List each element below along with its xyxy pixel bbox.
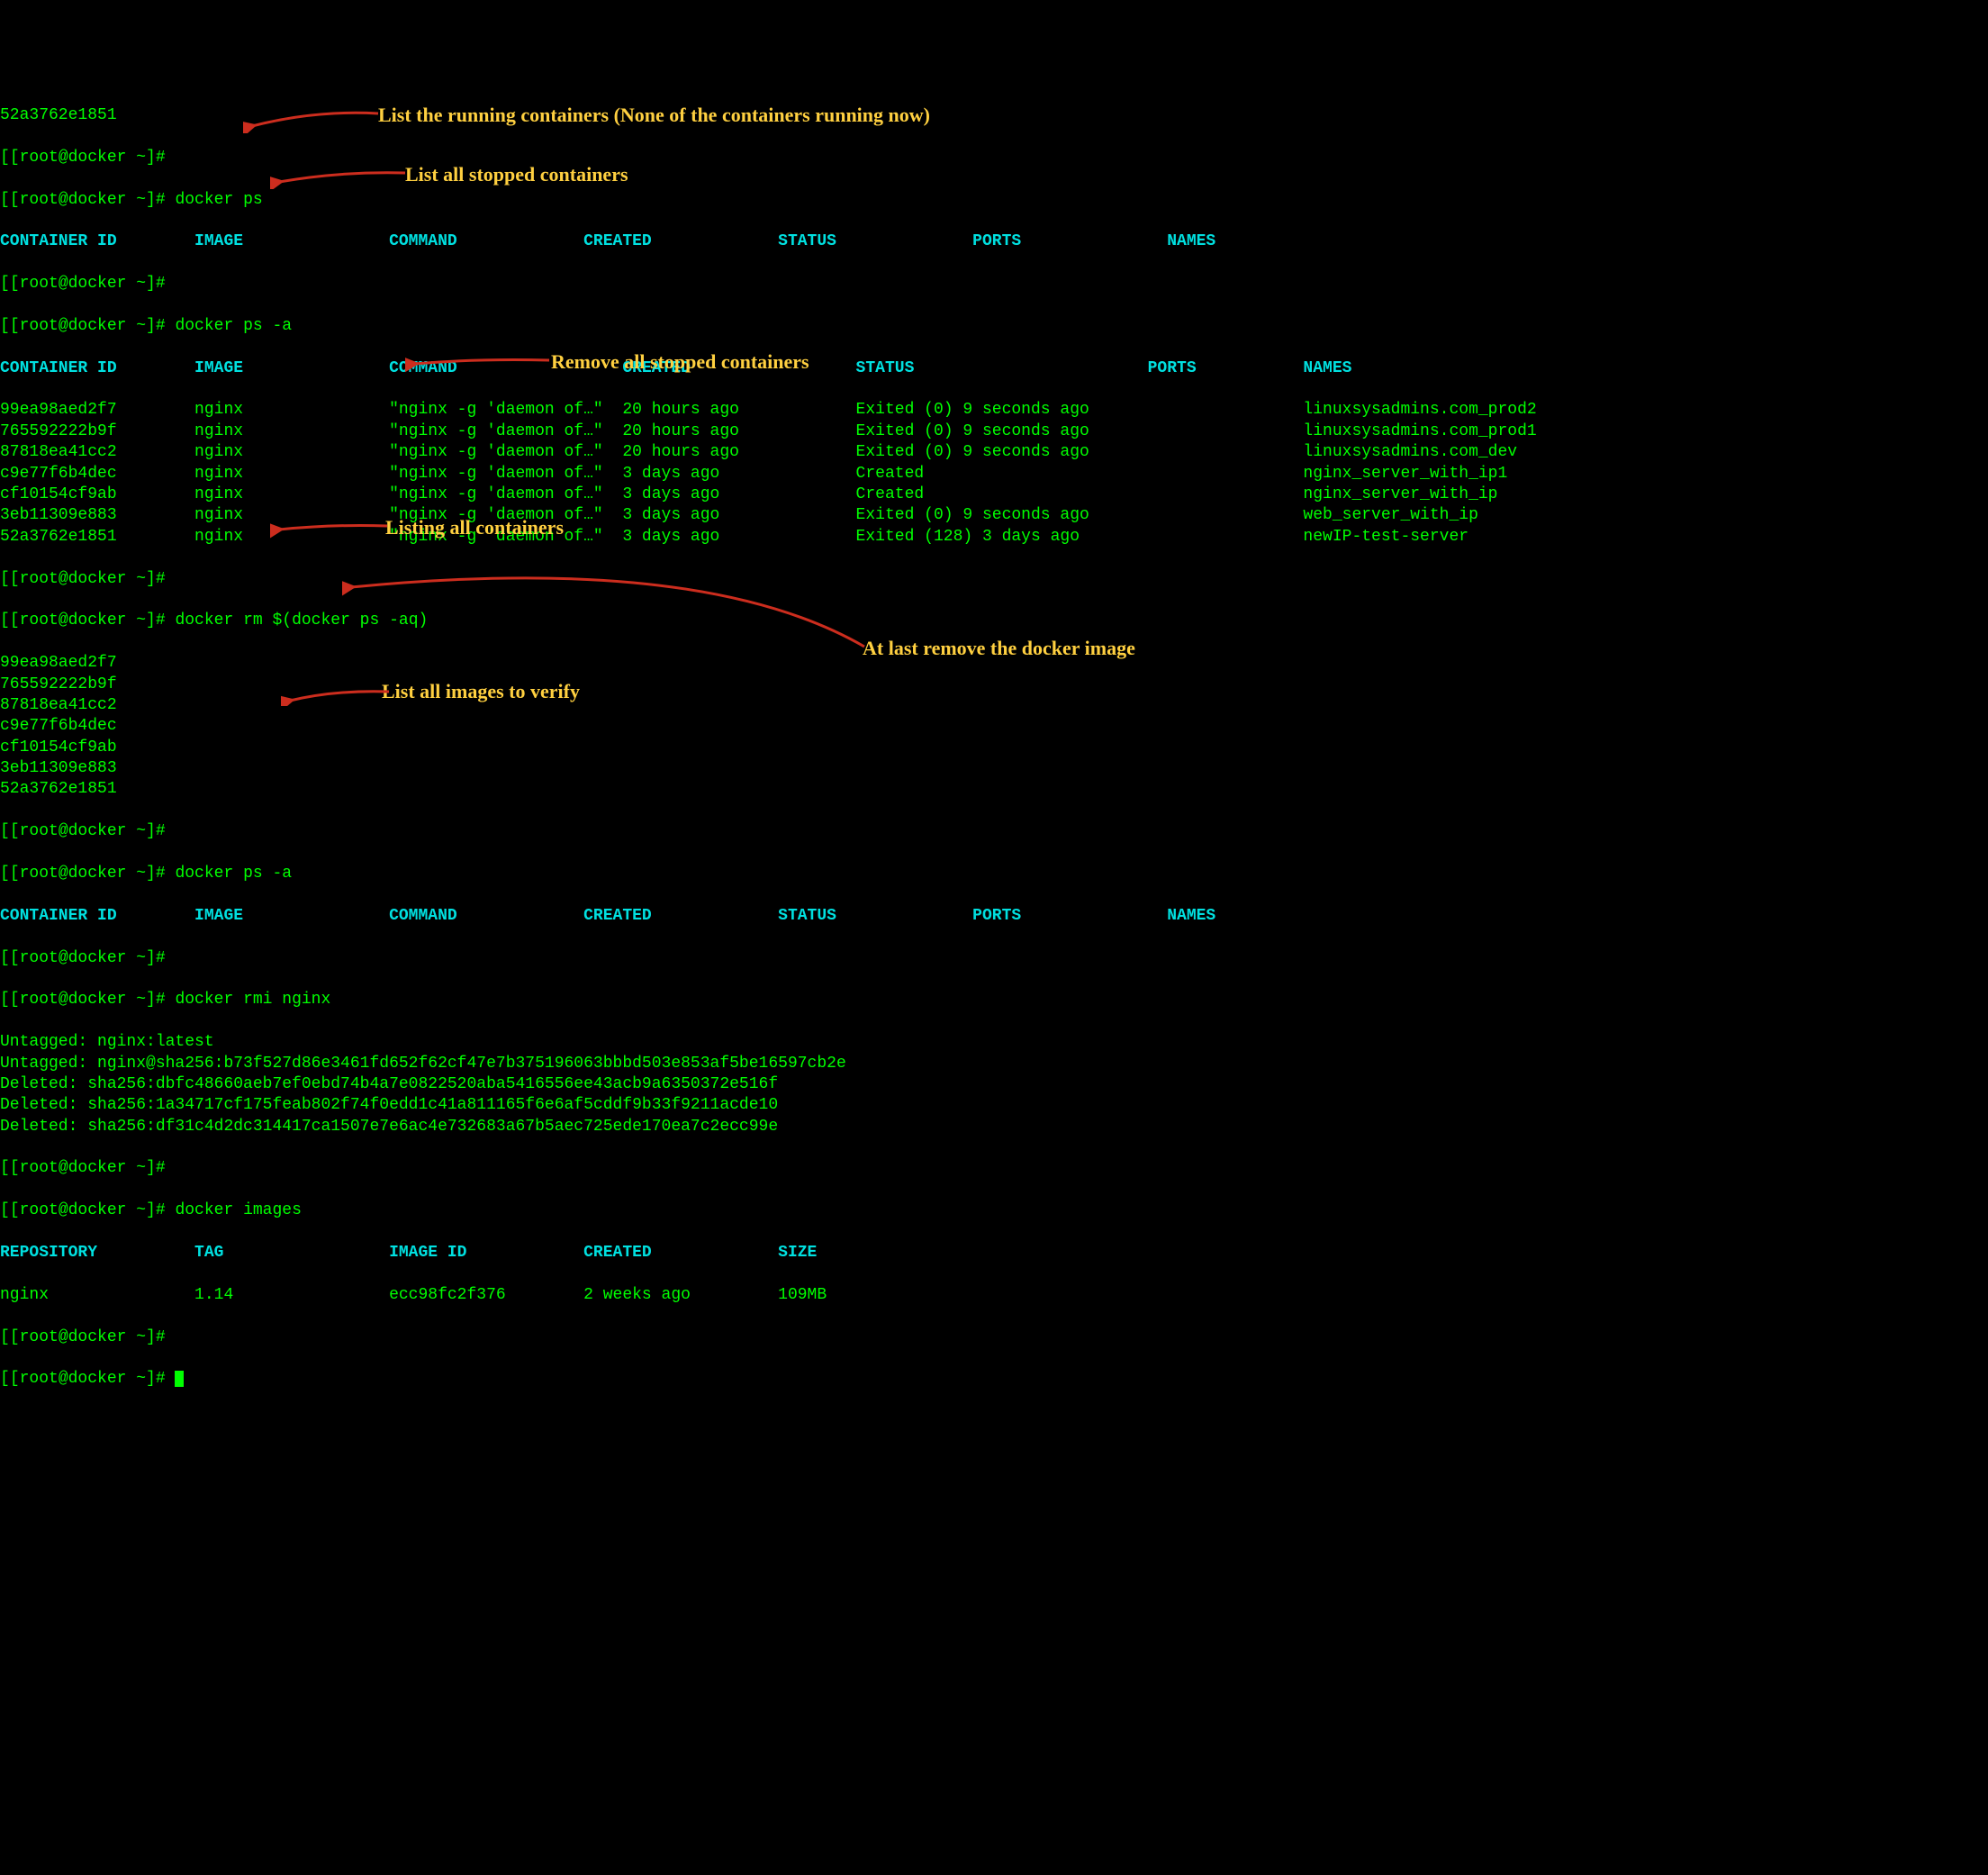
- ps-headers-2: CONTAINER ID IMAGE COMMAND CREATED STATU…: [0, 906, 1988, 927]
- arrow-2: [270, 166, 414, 189]
- annotation-listing-all: Listing all containers: [385, 515, 564, 541]
- fragment-line: 52a3762e1851: [0, 105, 1988, 126]
- images-headers: REPOSITORY TAG IMAGE ID CREATED SIZE: [0, 1243, 1988, 1264]
- prompt-line-blank-5: [[root@docker ~]#: [0, 948, 1988, 969]
- removed-id: c9e77f6b4dec: [0, 716, 1988, 737]
- container-row: 99ea98aed2f7 nginx "nginx -g 'daemon of……: [0, 400, 1988, 421]
- removed-id: 3eb11309e883: [0, 758, 1988, 779]
- cmd-docker-rm-all: [[root@docker ~]# docker rm $(docker ps …: [0, 611, 1988, 631]
- container-row: 52a3762e1851 nginx "nginx -g 'daemon of……: [0, 527, 1988, 548]
- annotation-remove-stopped: Remove all stopped containers: [551, 349, 809, 376]
- annotation-list-stopped: List all stopped containers: [405, 162, 628, 188]
- removed-id: cf10154cf9ab: [0, 738, 1988, 758]
- container-row: cf10154cf9ab nginx "nginx -g 'daemon of……: [0, 485, 1988, 505]
- prompt-line-blank-4: [[root@docker ~]#: [0, 821, 1988, 842]
- rmi-output-line: Deleted: sha256:dbfc48660aeb7ef0ebd74b4a…: [0, 1074, 1988, 1095]
- rmi-output-line: Deleted: sha256:df31c4d2dc314417ca1507e7…: [0, 1117, 1988, 1137]
- cmd-docker-rmi: [[root@docker ~]# docker rmi nginx: [0, 990, 1988, 1010]
- prompt-line-blank-7: [[root@docker ~]#: [0, 1327, 1988, 1348]
- cursor: [175, 1371, 184, 1387]
- cmd-docker-ps: [[root@docker ~]# docker ps: [0, 190, 1988, 211]
- cmd-docker-ps-a-2: [[root@docker ~]# docker ps -a: [0, 864, 1988, 884]
- prompt-line-blank-3: [[root@docker ~]#: [0, 569, 1988, 590]
- container-row: 3eb11309e883 nginx "nginx -g 'daemon of……: [0, 505, 1988, 526]
- container-row: c9e77f6b4dec nginx "nginx -g 'daemon of……: [0, 464, 1988, 485]
- container-row: 765592222b9f nginx "nginx -g 'daemon of……: [0, 421, 1988, 442]
- removed-id: 765592222b9f: [0, 675, 1988, 695]
- rmi-output-line: Untagged: nginx:latest: [0, 1032, 1988, 1053]
- terminal[interactable]: 52a3762e1851 [[root@docker ~]# [[root@do…: [0, 85, 1988, 1770]
- prompt-line-blank-2: [[root@docker ~]#: [0, 274, 1988, 294]
- annotation-remove-image: At last remove the docker image: [863, 636, 1135, 662]
- rmi-output-line: Untagged: nginx@sha256:b73f527d86e3461fd…: [0, 1054, 1988, 1074]
- container-row: 87818ea41cc2 nginx "nginx -g 'daemon of……: [0, 442, 1988, 463]
- prompt-line-blank-6: [[root@docker ~]#: [0, 1158, 1988, 1179]
- removed-id: 87818ea41cc2: [0, 695, 1988, 716]
- ps-a-headers: CONTAINER ID IMAGE COMMAND CREATED STATU…: [0, 358, 1988, 379]
- image-row: nginx 1.14 ecc98fc2f376 2 weeks ago 109M…: [0, 1285, 1988, 1306]
- annotation-list-running: List the running containers (None of the…: [378, 103, 930, 129]
- ps-headers-1: CONTAINER ID IMAGE COMMAND CREATED STATU…: [0, 231, 1988, 252]
- prompt-line-cursor: [[root@docker ~]#: [0, 1369, 1988, 1390]
- cmd-docker-ps-a-1: [[root@docker ~]# docker ps -a: [0, 316, 1988, 337]
- removed-id: 52a3762e1851: [0, 779, 1988, 800]
- annotation-list-images: List all images to verify: [382, 679, 580, 705]
- rmi-output-line: Deleted: sha256:1a34717cf175feab802f74f0…: [0, 1095, 1988, 1116]
- prompt-line-blank-1: [[root@docker ~]#: [0, 148, 1988, 168]
- cmd-docker-images: [[root@docker ~]# docker images: [0, 1200, 1988, 1221]
